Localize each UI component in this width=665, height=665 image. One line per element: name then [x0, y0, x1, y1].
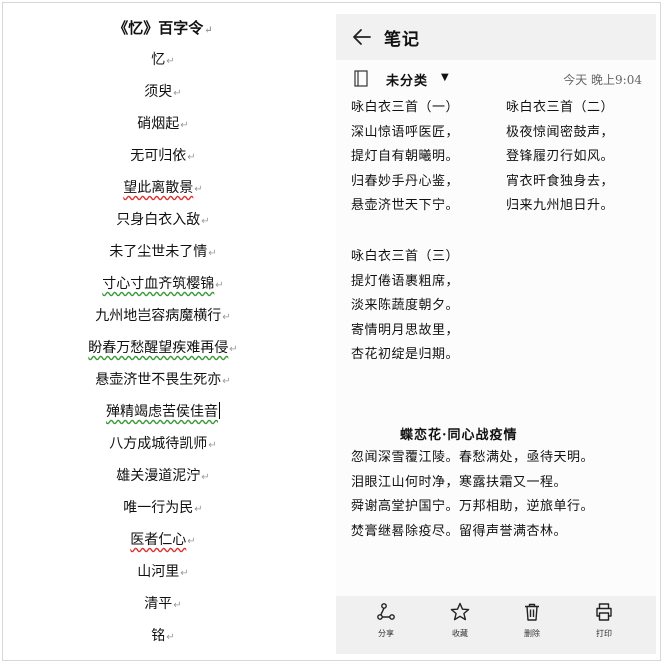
document-title: 《忆》百字令↵ [113, 19, 213, 37]
document-line: 望此离散景↵ [123, 180, 203, 196]
poem-title: 蝶恋花·同心战疫情 [400, 428, 518, 443]
document-line: 未了尘世未了情↵ [109, 244, 217, 260]
share-label: 分享 [378, 629, 394, 638]
print-icon [596, 603, 612, 621]
back-arrow-icon[interactable] [352, 27, 372, 47]
document-line: 须臾↵ [144, 84, 182, 100]
document-line: 八方成城待凯师↵ [109, 436, 217, 452]
poem-block-3: 咏白衣三首（三） 提灯倦语裹粗席， 淡来陈蔬度朝夕。 寄情明月思故里， 杏花初绽… [351, 245, 459, 368]
print-label: 打印 [596, 629, 612, 638]
top-bar: 笔记 [336, 14, 656, 60]
poem-line: 极夜惊闻密鼓声， [506, 124, 615, 140]
poem-line: 忽闻深雪覆江陵。春愁满处，亟待天明。 [351, 450, 595, 465]
document-line: 悬壶济世不畏生死亦↵ [95, 372, 231, 388]
document-line: 医者仁心↵ [130, 532, 196, 548]
document-line[interactable]: 殚精竭虑苦侯佳音 [4, 402, 322, 422]
poem-title: 咏白衣三首（三） [351, 249, 460, 264]
trash-icon [525, 603, 539, 621]
delete-label: 删除 [524, 629, 540, 638]
poem-title: 咏白衣三首（二） [506, 100, 615, 115]
text-cursor [219, 402, 220, 419]
document-line: 清平↵ [144, 596, 182, 612]
favorite-label: 收藏 [452, 629, 468, 638]
print-button[interactable]: 打印 [574, 602, 634, 646]
poem-block-2: 咏白衣三首（二） 极夜惊闻密鼓声， 登锋履刃行如风。 宵衣旰食独身去， 归来九州… [506, 96, 614, 219]
delete-button[interactable]: 删除 [502, 602, 562, 646]
poem-line: 归春妙手丹心鉴， [351, 173, 460, 189]
poem-line: 登锋履刃行如风。 [506, 149, 615, 164]
poem-line: 提灯倦语裹粗席， [351, 273, 460, 289]
poem-line: 焚膏继晷除疫尽。留得声誉满杏林。 [351, 523, 568, 539]
document-line: 寸心寸血齐筑樱锦↵ [102, 276, 224, 292]
document-line: 只身白衣入敌↵ [116, 212, 210, 228]
poem-title: 咏白衣三首（一） [351, 100, 460, 115]
document-line: 忆↵ [151, 52, 175, 68]
note-timestamp: 今天 晚上9:04 [563, 73, 642, 87]
document-line: 唯一行为民↵ [123, 500, 203, 516]
document-line: 九州地岂容病魔横行↵ [95, 308, 231, 324]
share-icon [377, 603, 395, 620]
share-button[interactable]: 分享 [356, 602, 416, 646]
poem-line: 归来九州旭日升。 [506, 198, 615, 213]
poem-line: 宵衣旰食独身去， [506, 173, 615, 189]
poem-line: 淡来陈蔬度朝夕。 [351, 298, 460, 313]
poem-line: 悬壶济世天下宁。 [351, 198, 460, 213]
poem-line: 杏花初绽是归期。 [351, 347, 460, 362]
poem-line: 舜谢高堂护国宁。万邦相助，逆旅单行。 [351, 499, 595, 514]
favorite-button[interactable]: 收藏 [430, 602, 490, 646]
document-line: 山河里↵ [137, 564, 189, 580]
poem-line: 提灯自有朝曦明。 [351, 149, 460, 164]
chevron-down-icon[interactable]: ▼ [441, 72, 449, 83]
document-line: 无可归依↵ [130, 148, 196, 164]
poem-line: 泪眼江山何时净，寒露扶霜又一程。 [351, 474, 568, 490]
document-line: 铭↵ [151, 628, 175, 644]
document-line: 雄关漫道泥泞↵ [116, 468, 210, 484]
header-title: 笔记 [384, 30, 420, 50]
notebook-icon[interactable] [354, 70, 368, 87]
bottom-action-bar: 分享 收藏 删除 打印 [336, 596, 656, 654]
poem-line: 寄情明月思故里， [351, 322, 460, 338]
poem-block-4: 忽闻深雪覆江陵。春愁满处，亟待天明。 泪眼江山何时净，寒露扶霜又一程。 舜谢高堂… [351, 446, 594, 544]
document-line: 硝烟起↵ [137, 116, 189, 132]
category-dropdown[interactable]: 未分类 [386, 70, 428, 89]
notes-app: 笔记 未分类 ▼ 今天 晚上9:04 咏白衣三首（一） 深山惊语呼医匠， 提灯自… [336, 14, 656, 654]
poem-block-1: 咏白衣三首（一） 深山惊语呼医匠， 提灯自有朝曦明。 归春妙手丹心鉴， 悬壶济世… [351, 96, 459, 219]
document-line: 盼春万愁醒望疾难再侵↵ [88, 340, 238, 356]
note-meta-row: 未分类 ▼ 今天 晚上9:04 [336, 68, 656, 92]
star-icon [450, 602, 470, 621]
poem-line: 深山惊语呼医匠， [351, 124, 460, 140]
document-page[interactable]: 《忆》百字令↵ 忆↵ 须臾↵ 硝烟起↵ 无可归依↵ 望此离散景↵ 只身白衣入敌↵… [4, 6, 322, 658]
